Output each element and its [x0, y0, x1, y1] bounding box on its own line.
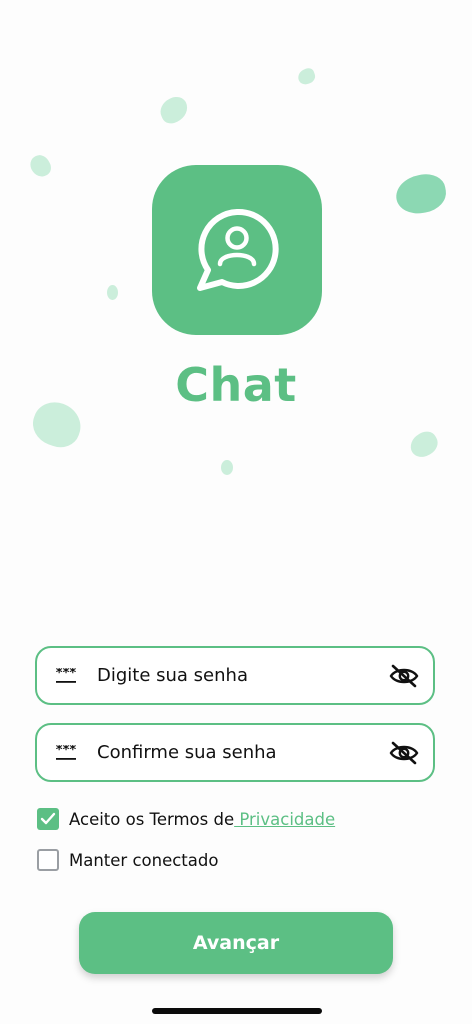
chat-user-icon [197, 208, 279, 291]
next-button[interactable]: Avançar [79, 912, 393, 974]
confirm-password-input[interactable] [95, 741, 389, 764]
decorative-blob [107, 285, 118, 300]
terms-row: Aceito os Termos de Privacidade [37, 808, 335, 830]
decorative-blob [26, 151, 55, 181]
decorative-blob [393, 170, 449, 218]
keep-connected-checkbox[interactable] [37, 849, 59, 871]
decorative-blob [295, 66, 318, 87]
terms-text: Aceito os Termos de [69, 809, 235, 829]
terms-label: Aceito os Termos de Privacidade [69, 810, 335, 829]
svg-text:***: *** [56, 668, 77, 681]
decorative-blob [406, 427, 442, 462]
app-logo [152, 165, 322, 335]
check-icon [40, 812, 56, 825]
svg-text:***: *** [56, 745, 77, 758]
asterisk-key-icon: *** [55, 745, 77, 761]
decorative-blob [221, 460, 233, 475]
keep-connected-row: Manter conectado [37, 849, 218, 871]
decorative-blob [156, 93, 192, 127]
eye-off-icon[interactable] [389, 738, 419, 768]
app-title: Chat [175, 358, 297, 412]
password-field[interactable]: *** [35, 646, 435, 705]
terms-checkbox[interactable] [37, 808, 59, 830]
asterisk-key-icon: *** [55, 668, 77, 684]
privacy-link[interactable]: Privacidade [234, 810, 335, 829]
password-input[interactable] [95, 664, 389, 687]
confirm-password-field[interactable]: *** [35, 723, 435, 782]
eye-off-icon[interactable] [389, 661, 419, 691]
home-indicator [152, 1008, 322, 1014]
keep-connected-label: Manter conectado [69, 850, 219, 870]
